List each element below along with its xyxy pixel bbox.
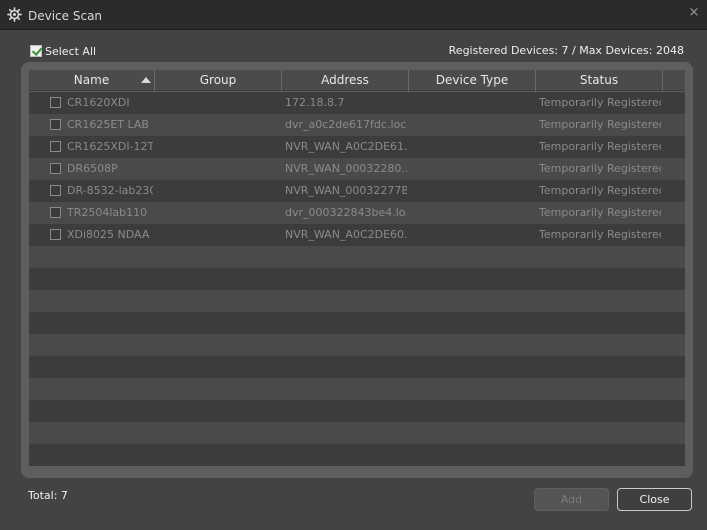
empty-table-row bbox=[29, 378, 685, 400]
row-checkbox[interactable] bbox=[50, 163, 61, 174]
column-header-label: Group bbox=[199, 73, 237, 87]
device-table: Name Group Address Device Type Status CR… bbox=[29, 70, 685, 470]
total-count: Total: 7 bbox=[28, 489, 68, 502]
cell-device-type bbox=[412, 224, 532, 246]
row-checkbox[interactable] bbox=[50, 119, 61, 130]
empty-table-row bbox=[29, 246, 685, 268]
table-row[interactable]: DR-8532-lab230 NVR_WAN_00032277B... Tempor… bbox=[29, 180, 685, 202]
cell-status: Temporarily Registered bbox=[539, 206, 661, 219]
cell-name: CR1625XDI-12TB bbox=[67, 140, 153, 153]
cell-device-type bbox=[412, 180, 532, 202]
cell-address: NVR_WAN_00032277B... bbox=[285, 184, 407, 197]
column-header-label: Status bbox=[579, 73, 619, 87]
column-header-label: Name bbox=[73, 73, 110, 87]
cell-name: DR-8532-lab230 bbox=[67, 184, 153, 197]
title-bar: Device Scan × bbox=[0, 0, 707, 30]
cell-name: XDi8025 NDAA bbox=[67, 228, 150, 241]
registration-count: Registered Devices: 7 / Max Devices: 204… bbox=[448, 44, 684, 57]
cell-status: Temporarily Registered bbox=[539, 96, 661, 109]
column-header-name[interactable]: Name bbox=[29, 70, 155, 91]
cell-device-type bbox=[412, 158, 532, 180]
cell-device-type bbox=[412, 202, 532, 224]
column-header-group[interactable]: Group bbox=[155, 70, 282, 91]
device-list-panel: Name Group Address Device Type Status CR… bbox=[21, 62, 693, 478]
row-checkbox[interactable] bbox=[50, 207, 61, 218]
table-row[interactable]: CR1625XDI-12TB NVR_WAN_A0C2DE61... Tempora… bbox=[29, 136, 685, 158]
cell-group bbox=[159, 114, 277, 136]
cell-name: DR6508P bbox=[67, 162, 118, 175]
empty-table-row bbox=[29, 334, 685, 356]
cell-status: Temporarily Registered bbox=[539, 184, 661, 197]
table-row[interactable]: CR1625ET LAB dvr_a0c2de617fdc.local... Tem… bbox=[29, 114, 685, 136]
table-row[interactable]: XDi8025 NDAA NVR_WAN_A0C2DE60... Temporari… bbox=[29, 224, 685, 246]
device-scan-dialog: Select All Registered Devices: 7 / Max D… bbox=[0, 30, 707, 530]
cell-address: NVR_WAN_A0C2DE61... bbox=[285, 140, 407, 153]
cell-device-type bbox=[412, 92, 532, 114]
close-button[interactable]: Close bbox=[617, 488, 692, 511]
cell-status: Temporarily Registered bbox=[539, 140, 661, 153]
cell-address: NVR_WAN_00032280... bbox=[285, 162, 407, 175]
empty-table-row bbox=[29, 268, 685, 290]
column-header-address[interactable]: Address bbox=[282, 70, 409, 91]
cell-address: dvr_a0c2de617fdc.local... bbox=[285, 118, 407, 131]
add-button[interactable]: Add bbox=[534, 488, 609, 511]
cell-address: NVR_WAN_A0C2DE60... bbox=[285, 228, 407, 241]
table-row[interactable]: TR2504lab110 dvr_000322843be4.lo... Tempor… bbox=[29, 202, 685, 224]
empty-table-row bbox=[29, 422, 685, 444]
cell-group bbox=[159, 136, 277, 158]
cell-name: CR1625ET LAB bbox=[67, 118, 149, 131]
sort-ascending-icon bbox=[141, 77, 151, 83]
cell-group bbox=[159, 158, 277, 180]
empty-table-row bbox=[29, 356, 685, 378]
cell-group bbox=[159, 224, 277, 246]
cell-status: Temporarily Registered bbox=[539, 118, 661, 131]
cell-group bbox=[159, 92, 277, 114]
cell-status: Temporarily Registered bbox=[539, 228, 661, 241]
window-title: Device Scan bbox=[28, 9, 103, 23]
empty-table-row bbox=[29, 400, 685, 422]
column-header-label: Device Type bbox=[435, 73, 509, 87]
row-checkbox[interactable] bbox=[50, 97, 61, 108]
cell-status: Temporarily Registered bbox=[539, 162, 661, 175]
table-row[interactable]: DR6508P NVR_WAN_00032280... Temporarily Re… bbox=[29, 158, 685, 180]
cell-address: dvr_000322843be4.lo... bbox=[285, 206, 407, 219]
cell-device-type bbox=[412, 114, 532, 136]
column-header-label: Address bbox=[321, 73, 369, 87]
close-icon[interactable]: × bbox=[687, 6, 701, 20]
row-checkbox[interactable] bbox=[50, 141, 61, 152]
column-header-device-type[interactable]: Device Type bbox=[409, 70, 536, 91]
empty-table-row bbox=[29, 444, 685, 466]
cell-device-type bbox=[412, 136, 532, 158]
row-checkbox[interactable] bbox=[50, 185, 61, 196]
select-all-checkbox[interactable]: Select All bbox=[30, 44, 96, 58]
cell-address: 172.18.8.7 bbox=[285, 96, 345, 109]
table-body: CR1620XDI 172.18.8.7 Temporarily Registere… bbox=[29, 92, 685, 470]
column-header-status[interactable]: Status bbox=[536, 70, 663, 91]
row-checkbox[interactable] bbox=[50, 229, 61, 240]
select-all-label: Select All bbox=[45, 44, 97, 58]
table-header: Name Group Address Device Type Status bbox=[29, 70, 685, 91]
table-row[interactable]: CR1620XDI 172.18.8.7 Temporarily Registere… bbox=[29, 92, 685, 114]
cell-name: CR1620XDI bbox=[67, 96, 130, 109]
empty-table-row bbox=[29, 290, 685, 312]
cell-group bbox=[159, 180, 277, 202]
empty-table-row bbox=[29, 312, 685, 334]
cell-group bbox=[159, 202, 277, 224]
cell-name: TR2504lab110 bbox=[67, 206, 148, 219]
checkbox-checked-icon[interactable] bbox=[30, 45, 42, 57]
gear-icon bbox=[7, 7, 22, 22]
